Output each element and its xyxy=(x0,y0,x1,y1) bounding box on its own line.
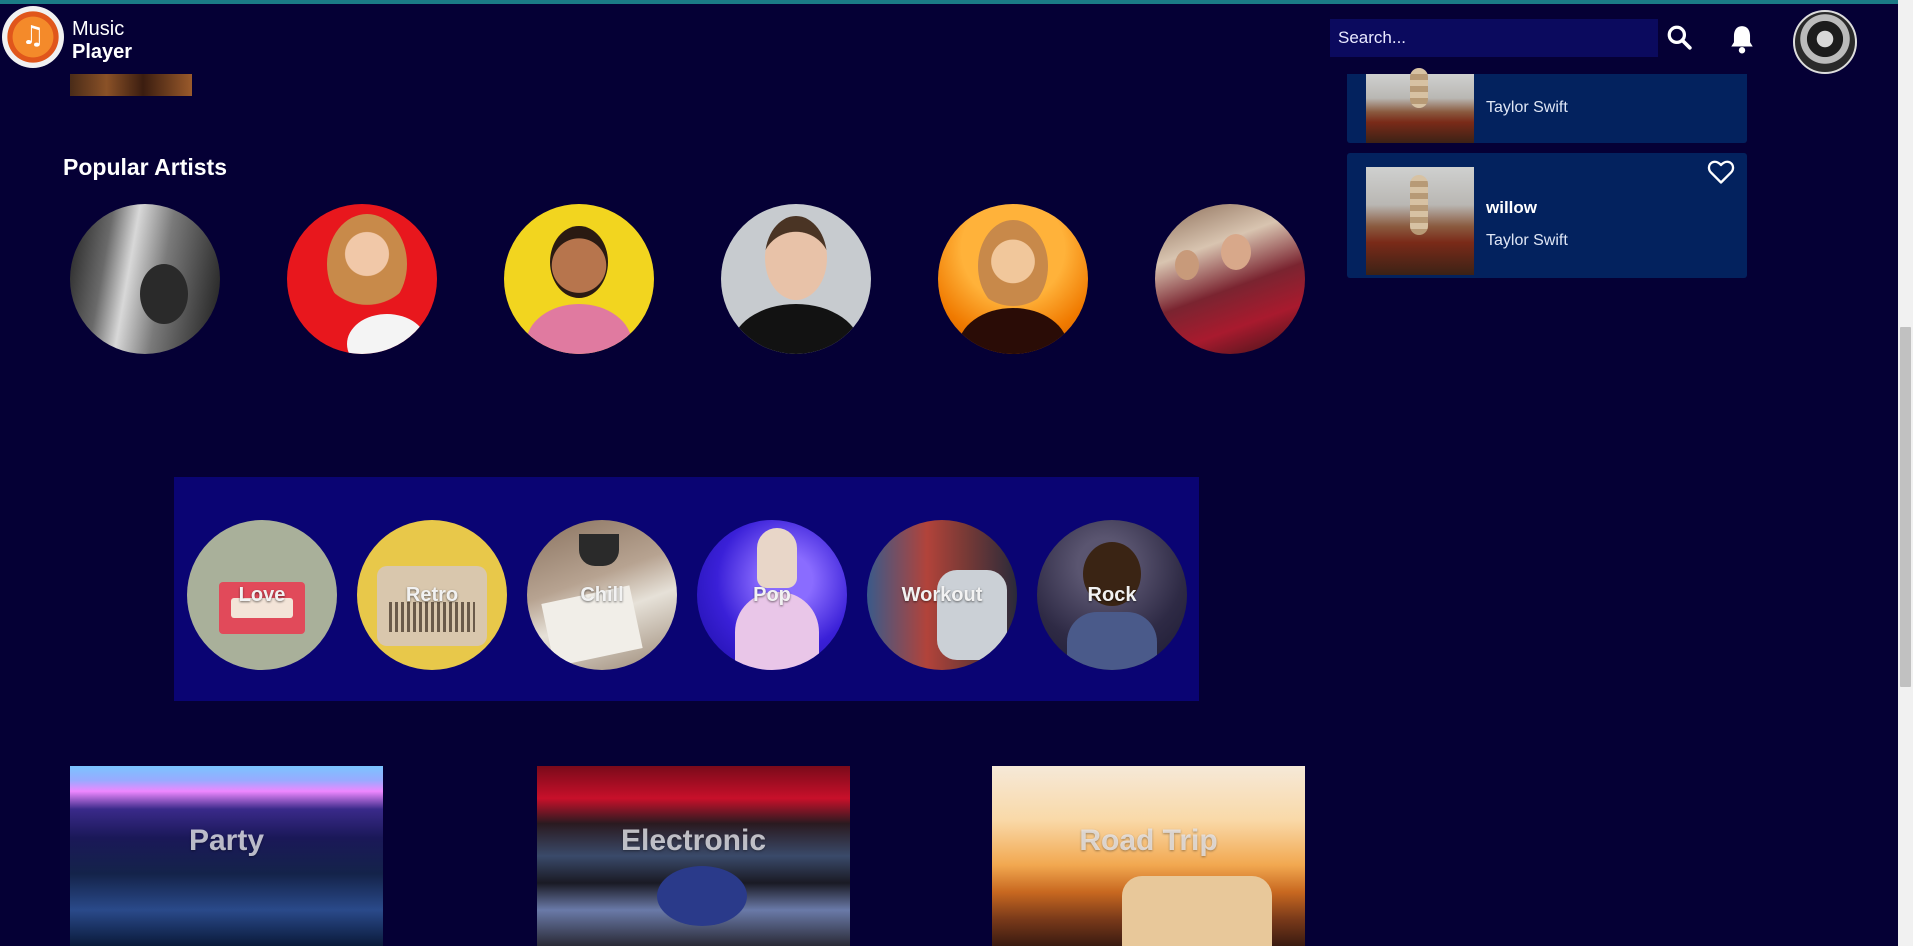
popular-artists-title: Popular Artists xyxy=(63,154,228,180)
song-card[interactable]: Taylor Swift xyxy=(1347,68,1747,143)
search-button[interactable] xyxy=(1664,22,1694,52)
search-input[interactable] xyxy=(1330,19,1658,57)
app-title-line1: Music xyxy=(72,18,125,40)
artist-avatar[interactable] xyxy=(1155,204,1305,354)
app-title-line2: Player xyxy=(72,41,133,63)
artist-avatar[interactable] xyxy=(70,204,220,354)
song-card[interactable]: willow Taylor Swift xyxy=(1347,153,1747,278)
music-note-icon: ♫ xyxy=(21,21,45,51)
scrollbar-thumb[interactable] xyxy=(1900,327,1911,687)
genre-label: Love xyxy=(238,583,286,606)
song-artist: Taylor Swift xyxy=(1486,232,1568,249)
heart-icon xyxy=(1707,160,1735,184)
genre-label: Chill xyxy=(580,583,624,606)
genre-workout[interactable]: Workout xyxy=(867,520,1017,670)
bell-icon xyxy=(1731,26,1753,54)
genre-label: Rock xyxy=(1087,583,1137,606)
genre-chill[interactable]: Chill xyxy=(527,520,677,670)
page-scrollbar[interactable] xyxy=(1898,0,1913,946)
header: ♫ Music Player xyxy=(0,4,1900,74)
genre-retro[interactable]: Retro xyxy=(357,520,507,670)
mood-label: Electronic xyxy=(620,824,767,857)
artist-avatar[interactable] xyxy=(938,204,1088,354)
like-button[interactable] xyxy=(1707,159,1735,185)
genre-label: Pop xyxy=(753,583,791,606)
artist-list xyxy=(70,204,1310,354)
genre-label: Retro xyxy=(405,583,459,606)
notifications-button[interactable] xyxy=(1726,22,1758,56)
mood-label: Road Trip xyxy=(1079,824,1218,857)
album-thumbnail[interactable] xyxy=(70,74,192,96)
mood-label: Party xyxy=(188,824,265,857)
artist-avatar[interactable] xyxy=(504,204,654,354)
genre-label: Workout xyxy=(901,583,983,606)
song-artist: Taylor Swift xyxy=(1486,99,1568,116)
user-avatar[interactable] xyxy=(1793,10,1857,74)
app-title[interactable]: Music Player xyxy=(72,18,132,64)
song-thumbnail xyxy=(1366,68,1474,143)
song-title: willow xyxy=(1486,198,1537,217)
genre-rock[interactable]: Rock xyxy=(1037,520,1187,670)
app-logo[interactable]: ♫ xyxy=(2,6,64,68)
artist-avatar[interactable] xyxy=(721,204,871,354)
genre-pop[interactable]: Pop xyxy=(697,520,847,670)
artist-avatar[interactable] xyxy=(287,204,437,354)
mood-electronic[interactable]: Electronic xyxy=(537,766,850,946)
genre-panel: Love Retro Chill Pop Workout Rock xyxy=(174,477,1199,701)
mood-party[interactable]: Party xyxy=(70,766,383,946)
search-icon xyxy=(1667,25,1692,50)
song-thumbnail xyxy=(1366,167,1474,275)
mood-road-trip[interactable]: Road Trip xyxy=(992,766,1305,946)
genre-love[interactable]: Love xyxy=(187,520,337,670)
